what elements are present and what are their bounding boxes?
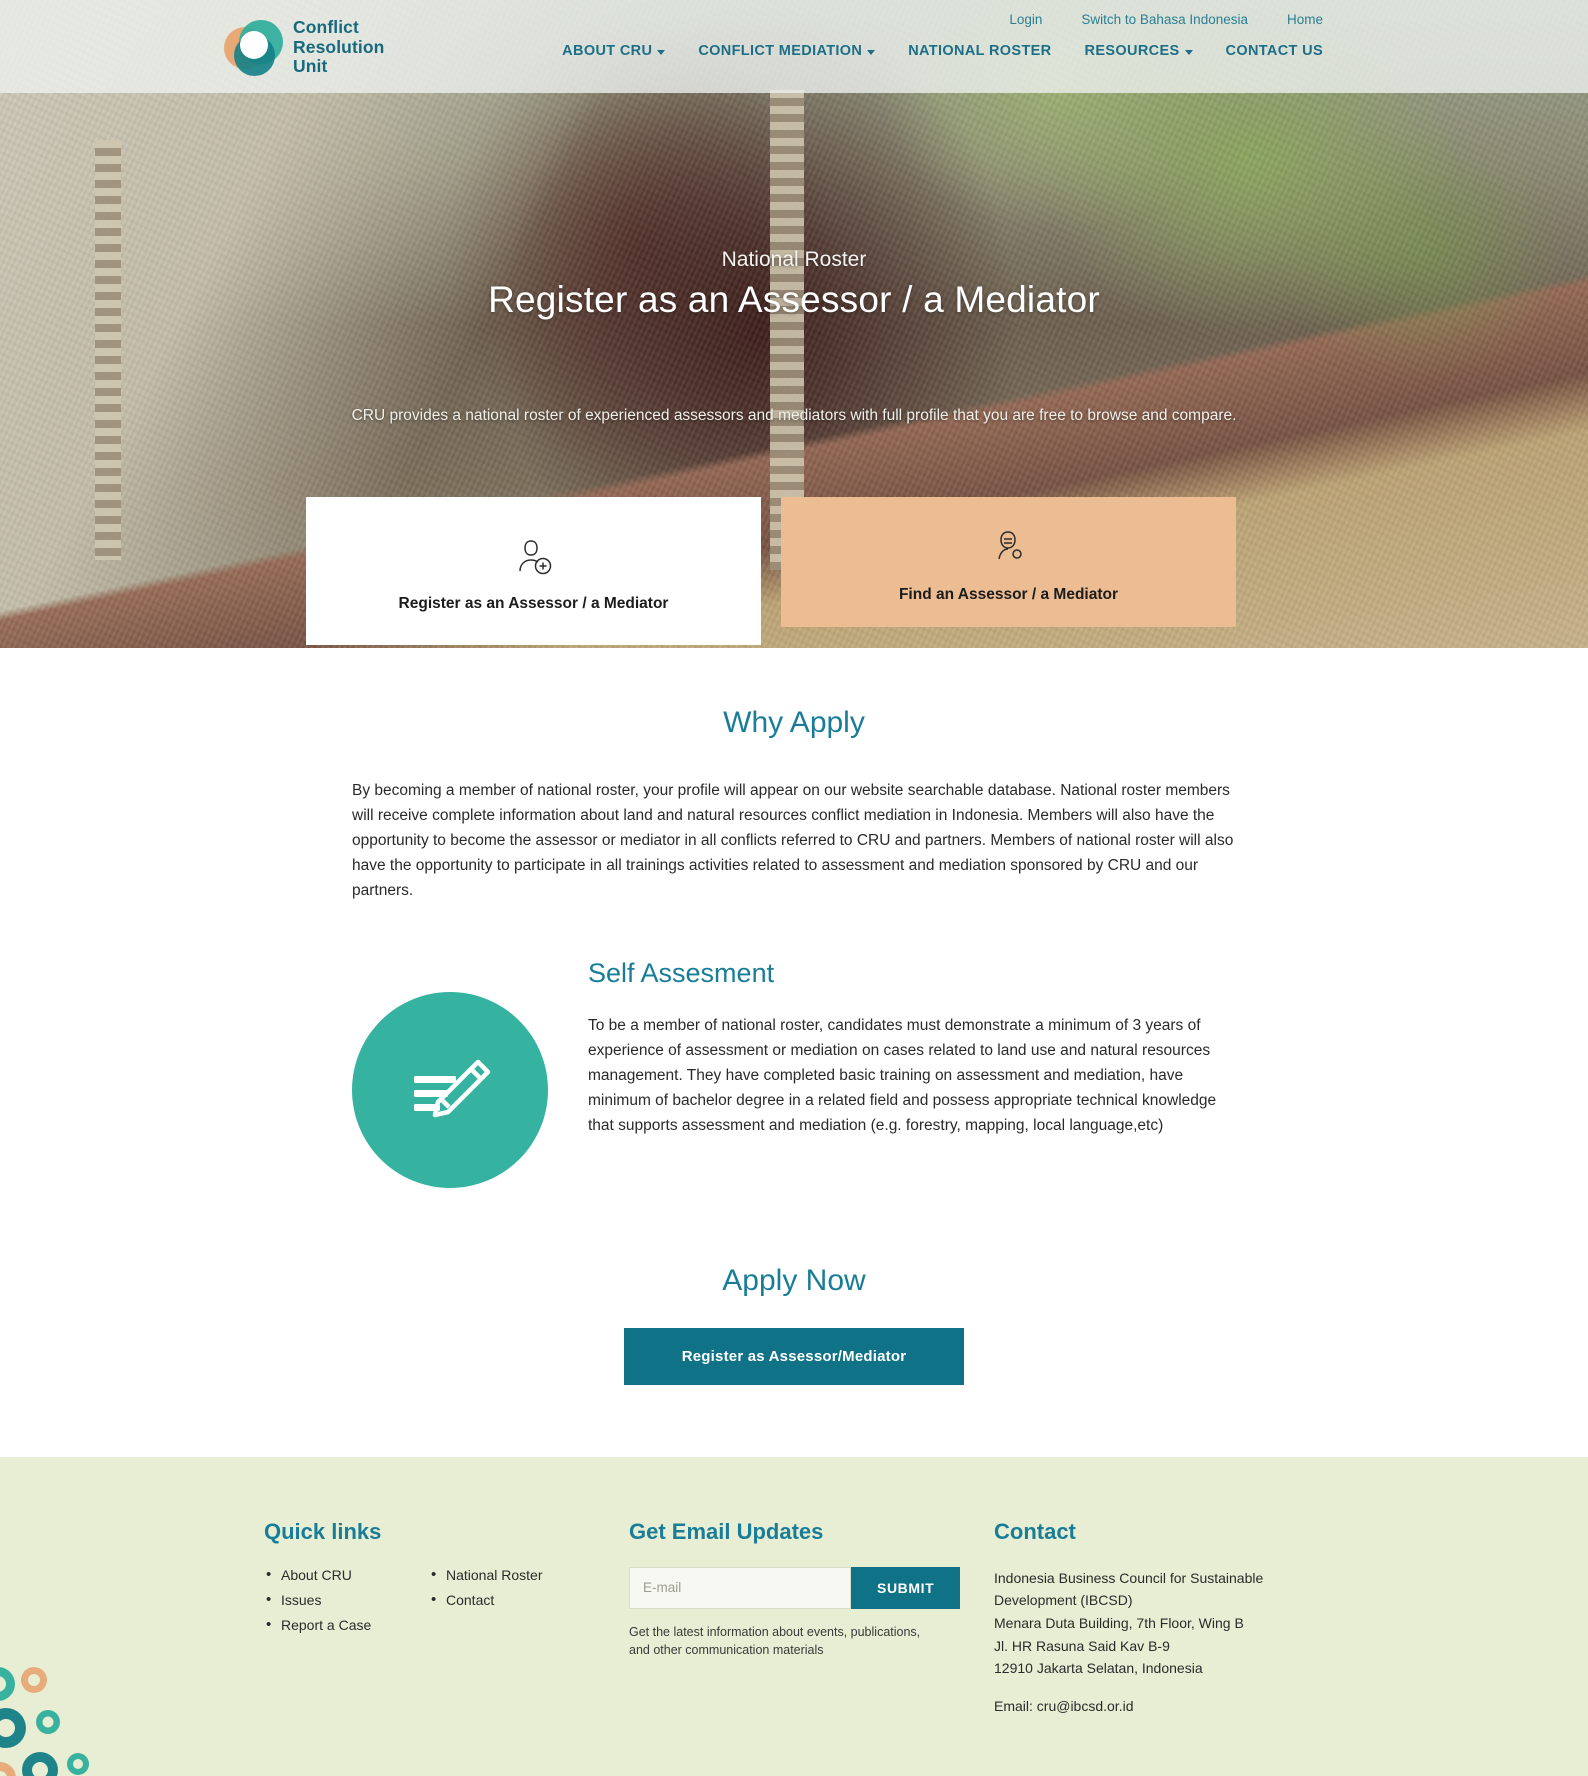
nav-label: ABOUT CRU xyxy=(562,43,653,59)
contact-address-line: Development (IBCSD) xyxy=(994,1592,1133,1609)
card-label: Register as an Assessor / a Mediator xyxy=(398,595,669,612)
hero-banner: Conflict Resolution Unit Login Switch to… xyxy=(0,0,1588,648)
nav-label: NATIONAL ROSTER xyxy=(908,43,1052,59)
footer-contact: Contact Indonesia Business Council for S… xyxy=(994,1519,1324,1714)
contact-email[interactable]: Email: cru@ibcsd.or.id xyxy=(994,1698,1324,1714)
page-title: Register as an Assessor / a Mediator xyxy=(488,279,1100,320)
site-footer: Quick links About CRU Issues Report a Ca… xyxy=(0,1456,1588,1776)
contact-address-line: Jl. HR Rasuna Said Kav B-9 xyxy=(994,1637,1170,1654)
contact-address-line: Menara Duta Building, 7th Floor, Wing B xyxy=(994,1614,1244,1631)
self-assessment-paragraph: To be a member of national roster, candi… xyxy=(588,1016,1217,1134)
apply-now-heading: Apply Now xyxy=(722,1263,866,1297)
top-navigation-bar: Conflict Resolution Unit Login Switch to… xyxy=(0,0,1588,93)
chevron-down-icon xyxy=(867,49,876,55)
list-item[interactable]: Report a Case xyxy=(264,1616,429,1633)
hero-copy: National Roster Register as an Assessor … xyxy=(0,248,1588,321)
list-item[interactable]: National Roster xyxy=(429,1566,594,1583)
list-item[interactable]: About CRU xyxy=(264,1566,429,1583)
utility-link-login[interactable]: Login xyxy=(1009,12,1042,27)
logo-text: Conflict Resolution Unit xyxy=(293,17,385,77)
submit-button[interactable]: SUBMIT xyxy=(851,1566,961,1609)
email-updates-note: Get the latest information about events,… xyxy=(629,1624,921,1657)
apply-now-section: Apply Now Register as Assessor/Mediator xyxy=(352,1264,1236,1385)
card-label: Find an Assessor / a Mediator xyxy=(898,586,1119,603)
register-assessor-mediator-button[interactable]: Register as Assessor/Mediator xyxy=(623,1327,965,1385)
quick-links-column-2: National Roster Contact xyxy=(429,1566,594,1642)
footer-quick-links: Quick links About CRU Issues Report a Ca… xyxy=(264,1519,629,1714)
list-item[interactable]: Contact xyxy=(429,1591,594,1608)
hero-subtitle: CRU provides a national roster of experi… xyxy=(351,407,1237,424)
self-assessment-heading: Self Assesment xyxy=(588,957,775,988)
site-logo[interactable]: Conflict Resolution Unit xyxy=(224,17,385,77)
nav-item-resources[interactable]: RESOURCES xyxy=(1085,43,1193,59)
hero-eyebrow: National Roster xyxy=(721,248,867,271)
pencil-document-icon xyxy=(352,991,548,1188)
three-overlapping-circles-logo-icon xyxy=(224,18,283,77)
contact-address-line: Indonesia Business Council for Sustainab… xyxy=(994,1569,1264,1586)
decorative-circles-graphic xyxy=(0,1667,89,1776)
nav-label: RESOURCES xyxy=(1084,43,1180,59)
nav-item-contact-us[interactable]: CONTACT US xyxy=(1226,43,1323,59)
content-wrapper: Why Apply By becoming a member of nation… xyxy=(352,706,1236,1385)
self-assessment-section: Self Assesment To be a member of nationa… xyxy=(352,958,1236,1188)
quick-links-column-1: About CRU Issues Report a Case xyxy=(264,1566,429,1642)
email-signup-form: SUBMIT xyxy=(629,1566,994,1609)
nav-label: CONTACT US xyxy=(1225,43,1323,59)
logo-line-1: Conflict xyxy=(293,17,359,37)
main-content: Why Apply By becoming a member of nation… xyxy=(0,648,1588,1385)
logo-line-3: Unit xyxy=(293,56,328,77)
footer-columns: Quick links About CRU Issues Report a Ca… xyxy=(264,1519,1324,1714)
email-updates-heading: Get Email Updates xyxy=(629,1518,824,1544)
why-apply-paragraph: By becoming a member of national roster,… xyxy=(352,782,1234,900)
utility-link-home[interactable]: Home xyxy=(1287,12,1323,27)
contact-address-line: 12910 Jakarta Selatan, Indonesia xyxy=(994,1660,1203,1677)
utility-nav: Login Switch to Bahasa Indonesia Home xyxy=(1009,12,1323,27)
list-item[interactable]: Issues xyxy=(264,1591,429,1608)
chevron-down-icon xyxy=(1184,49,1193,55)
nav-item-national-roster[interactable]: NATIONAL ROSTER xyxy=(908,43,1051,59)
utility-link-switch-language[interactable]: Switch to Bahasa Indonesia xyxy=(1081,12,1248,27)
logo-line-2: Resolution xyxy=(293,36,385,57)
why-apply-heading: Why Apply xyxy=(723,706,865,739)
nav-label: CONFLICT MEDIATION xyxy=(698,43,863,59)
card-find-assessor-mediator[interactable]: Find an Assessor / a Mediator xyxy=(781,497,1236,627)
carved-pillar-left xyxy=(95,140,121,560)
footer-email-updates: Get Email Updates SUBMIT Get the latest … xyxy=(629,1519,994,1714)
nav-item-conflict-mediation[interactable]: CONFLICT MEDIATION xyxy=(698,43,876,59)
self-assessment-icon-column xyxy=(352,958,582,1188)
nav-item-about-cru[interactable]: ABOUT CRU xyxy=(562,43,666,59)
chevron-down-icon xyxy=(657,49,666,55)
main-nav: ABOUT CRU CONFLICT MEDIATION NATIONAL RO… xyxy=(562,43,1323,59)
self-assessment-body: Self Assesment To be a member of nationa… xyxy=(582,958,1236,1188)
user-add-icon xyxy=(511,529,557,581)
hero-action-cards: Register as an Assessor / a Mediator Fin… xyxy=(306,497,1236,645)
quick-links-heading: Quick links xyxy=(264,1518,382,1544)
user-search-icon xyxy=(986,520,1032,572)
card-register-assessor-mediator[interactable]: Register as an Assessor / a Mediator xyxy=(306,497,761,645)
email-field[interactable] xyxy=(629,1566,851,1609)
quick-links-lists: About CRU Issues Report a Case National … xyxy=(264,1566,629,1642)
contact-heading: Contact xyxy=(994,1518,1076,1544)
